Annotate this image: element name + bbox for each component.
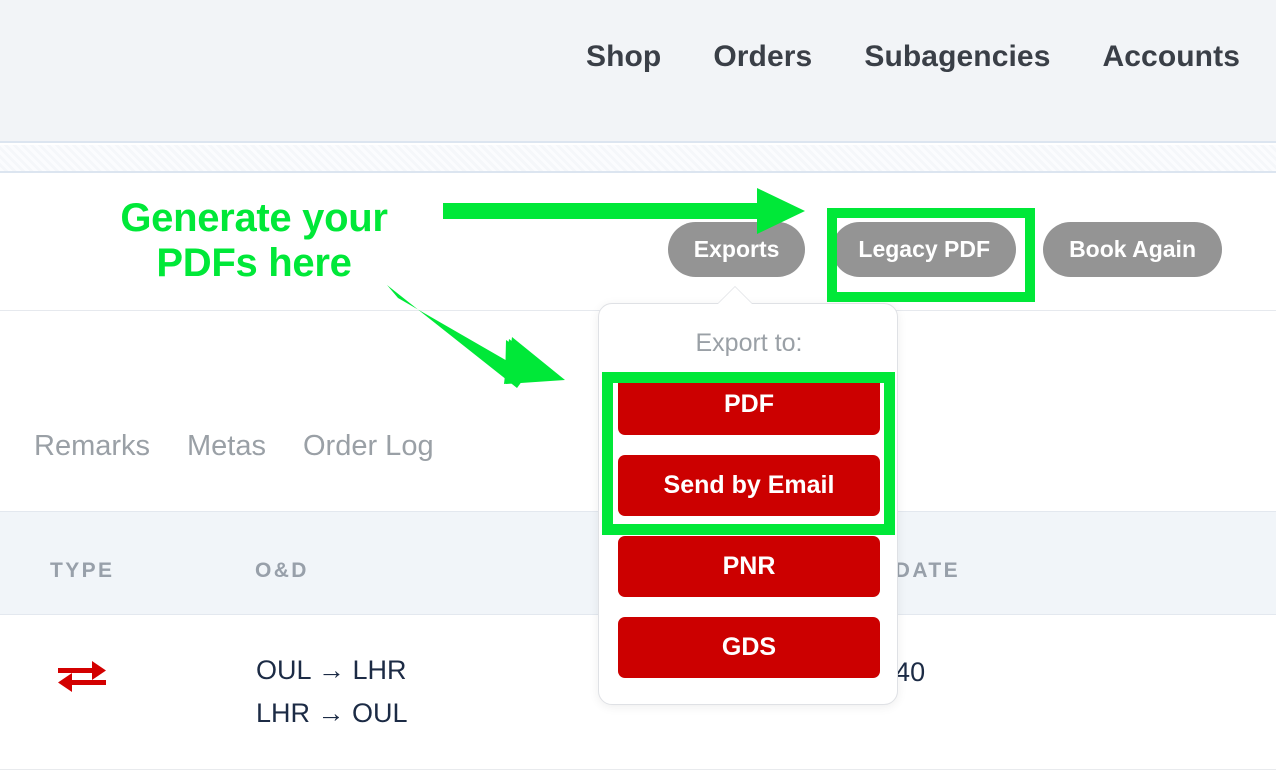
popup-title: Export to: [695, 329, 803, 357]
export-option-send-by-email[interactable]: Send by Email [618, 455, 880, 516]
popup-caret-icon [718, 287, 752, 304]
row-origin-destination: OUL → LHR LHR → OUL [256, 649, 408, 734]
header-sub-band [0, 145, 1276, 173]
legacy-pdf-button[interactable]: Legacy PDF [832, 222, 1017, 277]
nav-item-shop[interactable]: Shop [586, 40, 661, 74]
detail-tabs: Remarks Metas Order Log [34, 430, 434, 463]
app-root: Shop Orders Subagencies Accounts Exports… [0, 0, 1276, 780]
bottom-divider [0, 769, 1276, 770]
annotation-line-1: Generate your [120, 196, 388, 240]
export-option-pnr[interactable]: PNR [618, 536, 880, 597]
nav-item-accounts[interactable]: Accounts [1103, 40, 1241, 74]
nav-item-orders[interactable]: Orders [713, 40, 812, 74]
export-option-gds[interactable]: GDS [618, 617, 880, 678]
main-navigation: Shop Orders Subagencies Accounts [586, 40, 1240, 74]
book-again-button[interactable]: Book Again [1043, 222, 1222, 277]
round-trip-arrows-icon [56, 657, 108, 695]
exports-dropdown-popup: Export to: PDF Send by Email PNR GDS [598, 303, 898, 705]
exports-button[interactable]: Exports [667, 222, 806, 277]
action-button-group: Exports Legacy PDF Book Again [667, 222, 1222, 277]
annotation-line-2: PDFs here [156, 240, 352, 285]
export-option-pdf[interactable]: PDF [618, 374, 880, 435]
tab-order-log[interactable]: Order Log [303, 430, 434, 463]
od-line-2: LHR → OUL [256, 697, 408, 728]
nav-item-subagencies[interactable]: Subagencies [864, 40, 1050, 74]
column-header-od: O&D [255, 559, 309, 582]
tab-metas[interactable]: Metas [187, 430, 266, 463]
od-line-1: OUL → LHR [256, 655, 407, 685]
annotation-text: Generate your PDFs here [74, 196, 434, 286]
tab-remarks[interactable]: Remarks [34, 430, 150, 463]
top-header-bar: Shop Orders Subagencies Accounts [0, 0, 1276, 143]
column-header-type: TYPE [50, 559, 115, 582]
export-options-list: PDF Send by Email PNR GDS [618, 374, 880, 678]
